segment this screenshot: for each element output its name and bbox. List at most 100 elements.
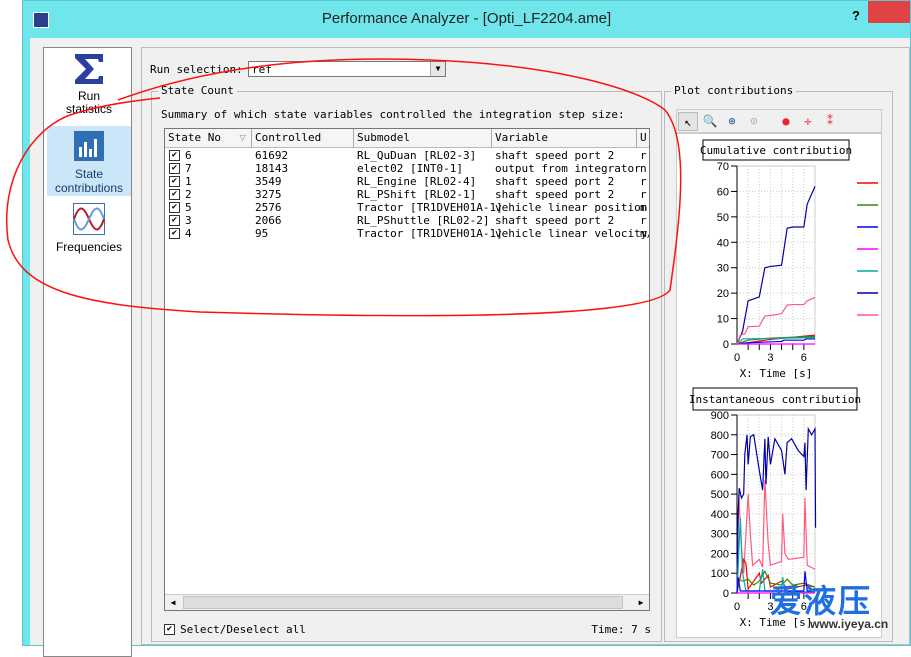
table-row[interactable]: ✔ 2 3275 RL_PShift [RL02-1] shaft speed …: [165, 188, 649, 201]
x-tick-label: 6: [801, 601, 807, 613]
unit-cell: r: [640, 188, 647, 201]
summary-text: Summary of which state variables control…: [161, 108, 625, 121]
select-all-checkbox[interactable]: ✔: [164, 624, 175, 635]
zoom-icon[interactable]: 🔍: [700, 112, 720, 131]
row-checkbox[interactable]: ✔: [169, 176, 180, 187]
table-row[interactable]: ✔ 6 61692 RL_QuDuan [RL02-3] shaft speed…: [165, 149, 649, 162]
scroll-left-icon[interactable]: ◀: [165, 595, 181, 610]
submodel-cell: RL_PShuttle [RL02-2]: [357, 214, 490, 227]
state-no-cell: 2: [185, 188, 192, 201]
x-tick-label: 0: [734, 601, 740, 613]
run-selection-dropdown[interactable]: ref ▼: [248, 61, 446, 77]
x-tick-label: 3: [767, 601, 773, 613]
table-row[interactable]: ✔ 7 18143 elect02 [INT0-1] output from i…: [165, 162, 649, 175]
y-tick-label: 10: [717, 314, 729, 326]
time-label: Time: 7 s: [591, 623, 651, 636]
table-row[interactable]: ✔ 3 2066 RL_PShuttle [RL02-2] shaft spee…: [165, 214, 649, 227]
variable-cell: shaft speed port 2: [495, 214, 615, 227]
horizontal-scrollbar[interactable]: ◀ ▶: [165, 594, 649, 610]
y-tick-label: 800: [711, 430, 729, 442]
y-tick-label: 0: [723, 339, 729, 351]
crosshair-marker-icon[interactable]: ✛: [798, 112, 818, 131]
variable-cell: output from integrator: [495, 162, 641, 175]
x-tick-label: 0: [734, 352, 740, 364]
sidebar-label: State: [74, 167, 104, 181]
marker-icon[interactable]: ●: [776, 112, 796, 131]
main-panel: Run selection: ref ▼ State Count Summary …: [141, 47, 910, 645]
y-tick-label: 50: [717, 212, 729, 224]
controlled-cell: 18143: [255, 162, 289, 175]
controlled-cell: 2576: [255, 201, 282, 214]
pointer-icon[interactable]: ↖: [678, 112, 698, 131]
row-checkbox[interactable]: ✔: [169, 228, 180, 239]
submodel-cell: RL_PShift [RL02-1]: [357, 188, 477, 201]
row-checkbox[interactable]: ✔: [169, 189, 180, 200]
sidebar-label: contributions: [54, 181, 124, 195]
controlled-cell: 3549: [255, 175, 282, 188]
x-tick-label: 6: [801, 352, 807, 364]
help-button[interactable]: ?: [852, 8, 860, 23]
bar-chart-icon: [74, 131, 104, 161]
controlled-cell: 2066: [255, 214, 282, 227]
sidebar-item-run-statistics[interactable]: Run statistics: [47, 53, 131, 121]
zoom-fit-icon[interactable]: ⊕: [722, 112, 742, 131]
x-axis-label: X: Time [s]: [740, 367, 813, 380]
state-no-cell: 5: [185, 201, 192, 214]
unit-cell: m: [640, 201, 647, 214]
table-header: State No ▽ Controlled Submodel Variable U: [165, 129, 649, 148]
scrollbar-thumb[interactable]: [183, 596, 623, 609]
window-title: Performance Analyzer - [Opti_LF2204.ame]: [321, 10, 612, 27]
submodel-cell: RL_QuDuan [RL02-3]: [357, 149, 477, 162]
unit-cell: r: [640, 149, 647, 162]
chevron-down-icon[interactable]: ▼: [430, 62, 445, 76]
y-tick-label: 600: [711, 469, 729, 481]
sidebar: Run statistics State contributions Frequ…: [43, 47, 132, 657]
group-title: Plot contributions: [671, 84, 797, 97]
double-marker-icon[interactable]: ⁑: [820, 112, 840, 131]
unit-cell: r: [640, 175, 647, 188]
row-checkbox[interactable]: ✔: [169, 150, 180, 161]
run-selection-value: ref: [252, 63, 272, 76]
close-button[interactable]: [868, 1, 910, 23]
y-tick-label: 70: [717, 161, 729, 173]
plot-toolbar: ↖ 🔍 ⊕ ⊙ ● ✛ ⁑: [676, 109, 882, 133]
state-no-cell: 6: [185, 149, 192, 162]
y-tick-label: 900: [711, 410, 729, 422]
submodel-cell: RL_Engine [RL02-4]: [357, 175, 477, 188]
contribution-charts: Cumulative contribution0102030405060700 3…: [689, 139, 878, 629]
variable-cell: shaft speed port 2: [495, 175, 615, 188]
state-no-cell: 7: [185, 162, 192, 175]
y-tick-label: 400: [711, 509, 729, 521]
select-all-label[interactable]: Select/Deselect all: [180, 623, 306, 636]
waveform-icon: [73, 203, 105, 235]
column-submodel[interactable]: Submodel: [354, 129, 492, 148]
y-tick-label: 20: [717, 288, 729, 300]
column-state-no[interactable]: State No ▽: [165, 129, 252, 148]
state-no-cell: 1: [185, 175, 192, 188]
controlled-cell: 3275: [255, 188, 282, 201]
sidebar-item-frequencies[interactable]: Frequencies: [47, 203, 131, 254]
submodel-cell: elect02 [INT0-1]: [357, 162, 463, 175]
variable-cell: vehicle linear velocity: [495, 227, 648, 240]
table-row[interactable]: ✔ 4 95 Tractor [TR1DVEH01A-1] vehicle li…: [165, 227, 649, 240]
row-checkbox[interactable]: ✔: [169, 163, 180, 174]
table-row[interactable]: ✔ 1 3549 RL_Engine [RL02-4] shaft speed …: [165, 175, 649, 188]
app-window: Performance Analyzer - [Opti_LF2204.ame]…: [22, 0, 911, 657]
column-controlled[interactable]: Controlled: [252, 129, 354, 148]
column-variable[interactable]: Variable: [492, 129, 637, 148]
variable-cell: vehicle linear position: [495, 201, 648, 214]
sidebar-item-state-contributions[interactable]: State contributions: [47, 126, 131, 196]
table-row[interactable]: ✔ 5 2576 Tractor [TR1DVEH01A-1] vehicle …: [165, 201, 649, 214]
variable-cell: shaft speed port 2: [495, 149, 615, 162]
zoom-reset-icon[interactable]: ⊙: [744, 112, 764, 131]
chart-title: Cumulative contribution: [700, 144, 852, 157]
scroll-right-icon[interactable]: ▶: [633, 595, 649, 610]
row-checkbox[interactable]: ✔: [169, 215, 180, 226]
plot-area[interactable]: Cumulative contribution 0 10 20 30 40 50 60 70 0 3…: [676, 133, 882, 638]
row-checkbox[interactable]: ✔: [169, 202, 180, 213]
unit-cell: n: [640, 162, 647, 175]
y-tick-label: 40: [717, 237, 729, 249]
chart-title: Instantaneous contribution: [689, 393, 861, 406]
plot-frame: [736, 165, 816, 345]
column-unit[interactable]: U: [637, 129, 649, 148]
